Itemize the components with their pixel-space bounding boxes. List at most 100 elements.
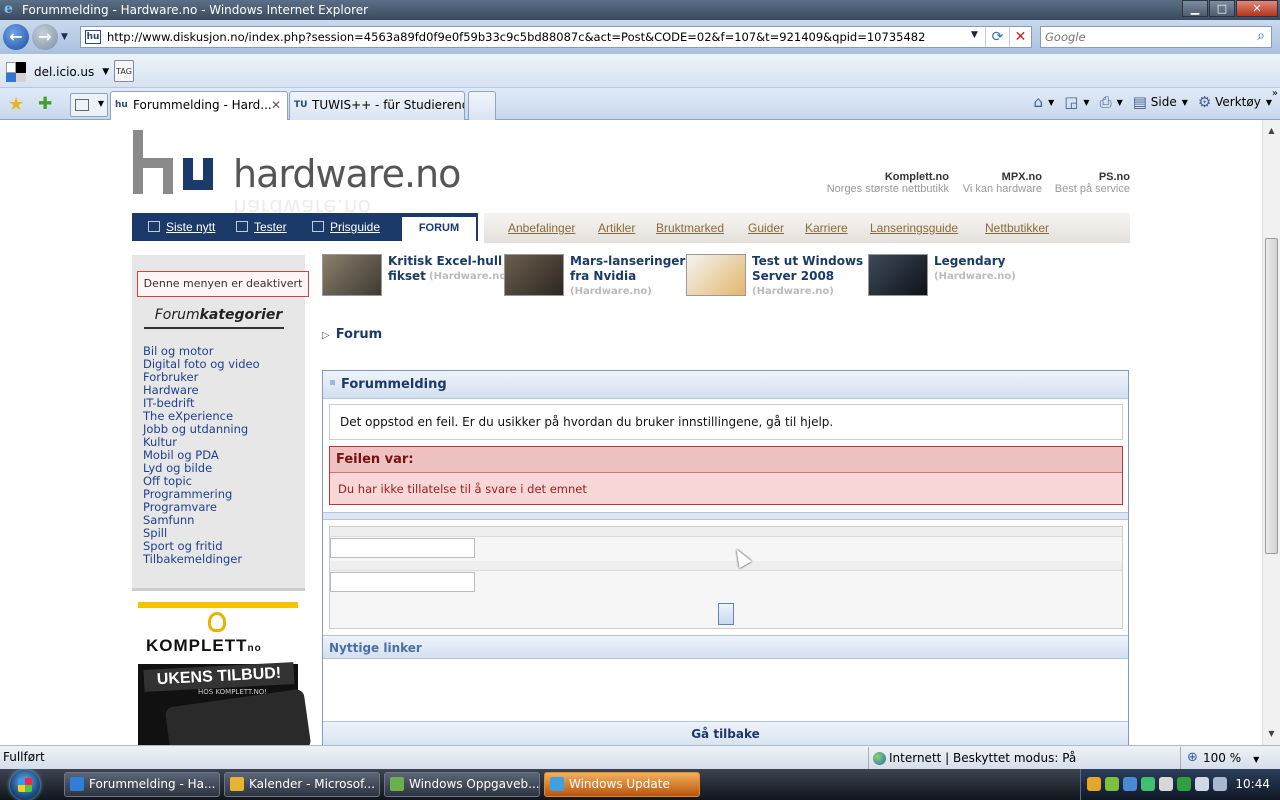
nav-nettbutikker[interactable]: Nettbutikker	[985, 221, 1049, 235]
tab-tuwis[interactable]: TU TUWIS++ - für Studierende	[289, 91, 465, 120]
lightbulb-icon	[208, 612, 226, 632]
nav-siste-nytt[interactable]: Siste nytt	[148, 220, 215, 234]
tray-app-icon[interactable]	[1141, 777, 1155, 791]
site-favicon: hu	[85, 30, 101, 44]
tag-button[interactable]: TAG	[114, 60, 134, 82]
page-menu[interactable]: ▤ Side ▼	[1133, 93, 1188, 111]
info-message: Det oppstod en feil. Er du usikker på hv…	[329, 404, 1123, 440]
error-heading: Feilen var:	[330, 447, 1122, 473]
address-field[interactable]: hu http://www.diskusjon.no/index.php?ses…	[80, 26, 1032, 48]
breadcrumb[interactable]: ▷ Forum	[322, 327, 382, 342]
refresh-icon[interactable]: ⟳	[985, 27, 1009, 47]
tools-menu[interactable]: ⚙ Verktøy ▼	[1198, 93, 1272, 111]
chevron-down-icon[interactable]: ▼	[102, 67, 109, 77]
nav-bruktmarked[interactable]: Bruktmarked	[656, 221, 724, 235]
zone-label: Internett | Beskyttet modus: På	[889, 751, 1077, 765]
nav-guider[interactable]: Guider	[748, 221, 784, 235]
recent-pages-dropdown[interactable]: ▼	[61, 32, 68, 42]
print-button[interactable]: ⎙ ▼	[1100, 93, 1123, 111]
forward-button[interactable]: →	[32, 24, 58, 50]
delicious-icon	[6, 62, 26, 82]
nav-lanseringsguide[interactable]: Lanseringsguide	[870, 221, 958, 235]
partner-tagline: Best på service	[1054, 183, 1130, 195]
scroll-up-icon[interactable]: ▲	[1264, 123, 1279, 139]
window-controls: ▁ □ ✕	[1181, 0, 1278, 18]
taskbar-item-windows-update[interactable]: Windows Update	[544, 772, 700, 797]
password-field[interactable]	[330, 572, 475, 592]
stop-icon[interactable]: ✕	[1009, 27, 1031, 47]
home-button[interactable]: ⌂ ▼	[1034, 93, 1055, 111]
feeds-button[interactable]: ◲ ▼	[1064, 93, 1089, 111]
delicious-button[interactable]: del.icio.us ▼	[6, 62, 109, 82]
home-icon: ⌂	[1033, 93, 1044, 111]
tray-app-icon[interactable]	[1159, 777, 1173, 791]
windows-update-icon	[550, 777, 564, 791]
nav-artikler[interactable]: Artikler	[598, 221, 635, 235]
toolbar-overflow-icon[interactable]: »	[1272, 88, 1278, 99]
tray-app-icon[interactable]	[1177, 777, 1191, 791]
minimize-button[interactable]: ▁	[1182, 0, 1208, 17]
username-field[interactable]	[330, 538, 475, 558]
tab-favicon: TU	[294, 100, 308, 110]
partner-komplett[interactable]: Komplett.no Norges største nettbutikk	[827, 171, 949, 195]
maximize-button[interactable]: □	[1209, 0, 1235, 17]
page-icon: ▤	[1132, 93, 1147, 111]
search-icon[interactable]: ⌕	[1257, 28, 1265, 44]
tab-list-dropdown-icon[interactable]: ▼	[98, 99, 104, 108]
nav-anbefalinger[interactable]: Anbefalinger	[508, 221, 575, 235]
search-box[interactable]: ⌕	[1040, 26, 1272, 48]
zoom-control[interactable]: ⊕ 100 % ▼	[1180, 747, 1259, 769]
security-zone[interactable]: Internett | Beskyttet modus: På	[868, 747, 1076, 769]
category-link[interactable]: Tilbakemeldinger	[143, 553, 260, 566]
news-thumbnail	[504, 254, 564, 296]
forum-sidebar: Denne menyen er deaktivert Forumkategori…	[132, 255, 309, 591]
nav-prisguide[interactable]: Prisguide	[312, 220, 380, 234]
close-tab-icon[interactable]: ✕	[271, 92, 281, 119]
scroll-thumb[interactable]	[1265, 238, 1278, 554]
partner-mpx[interactable]: MPX.no Vi kan hardware	[963, 171, 1042, 195]
favorites-star-icon[interactable]: ★	[8, 94, 24, 115]
quick-tabs-button[interactable]: ▼	[70, 93, 108, 117]
chevron-down-icon[interactable]: ▼	[1253, 755, 1259, 764]
tray-app-icon[interactable]	[1123, 777, 1137, 791]
login-submit-button[interactable]	[718, 603, 734, 625]
clock[interactable]: 10:44	[1235, 777, 1270, 791]
search-input[interactable]	[1045, 29, 1241, 45]
close-button[interactable]: ✕	[1236, 0, 1278, 17]
separator-bar	[323, 512, 1128, 520]
taskbar-item-task-manager[interactable]: Windows Oppgaveb...	[384, 772, 540, 797]
go-back-link[interactable]: Gå tilbake	[323, 721, 1128, 745]
tray-app-icon[interactable]	[1105, 777, 1119, 791]
komplett-ad-banner[interactable]: KOMPLETTno UKENS TILBUD! HOS KOMPLETT.NO…	[138, 602, 312, 745]
form-row	[330, 527, 1122, 537]
vertical-scrollbar[interactable]: ▲ ▼	[1262, 120, 1280, 745]
scroll-down-icon[interactable]: ▼	[1264, 726, 1279, 742]
partner-tagline: Vi kan hardware	[962, 183, 1042, 195]
partner-ps[interactable]: PS.no Best på service	[1055, 171, 1130, 195]
new-tab-button[interactable]	[468, 91, 496, 120]
address-dropdown-icon[interactable]: ▼	[971, 30, 978, 40]
nav-forum[interactable]: FORUM	[402, 217, 476, 243]
url-text[interactable]: http://www.diskusjon.no/index.php?sessio…	[107, 30, 925, 44]
partner-name: PS.no	[1098, 171, 1130, 183]
browser-window: e Forummelding - Hardware.no - Windows I…	[0, 0, 1280, 800]
back-button[interactable]: ←	[3, 24, 29, 50]
error-text: Du har ikke tillatelse til å svare i det…	[338, 482, 587, 496]
volume-icon[interactable]	[1213, 777, 1227, 791]
globe-icon	[873, 752, 886, 765]
nav-tester[interactable]: Tester	[236, 220, 287, 234]
start-button[interactable]	[4, 769, 52, 800]
ad-top: KOMPLETTno	[138, 608, 298, 664]
network-icon[interactable]	[1195, 777, 1209, 791]
news-title-text: Mars-lanseringer fra Nvidia	[570, 254, 686, 283]
bullet-icon	[330, 380, 335, 385]
tray-app-icon[interactable]	[1087, 777, 1101, 791]
add-favorites-icon[interactable]: ✚	[38, 94, 52, 114]
nav-karriere[interactable]: Karriere	[805, 221, 848, 235]
tab-forummelding[interactable]: hu Forummelding - Hard... ✕	[110, 91, 288, 120]
quick-tabs-icon	[75, 99, 89, 111]
taskbar-item-ie[interactable]: Forummelding - Ha...	[64, 772, 220, 797]
site-logo[interactable]: hardware.no hardware.no	[133, 130, 461, 219]
forum-message-panel: Forummelding Det oppstod en feil. Er du …	[322, 370, 1129, 745]
taskbar-item-calendar[interactable]: Kalender - Microsof...	[224, 772, 380, 797]
